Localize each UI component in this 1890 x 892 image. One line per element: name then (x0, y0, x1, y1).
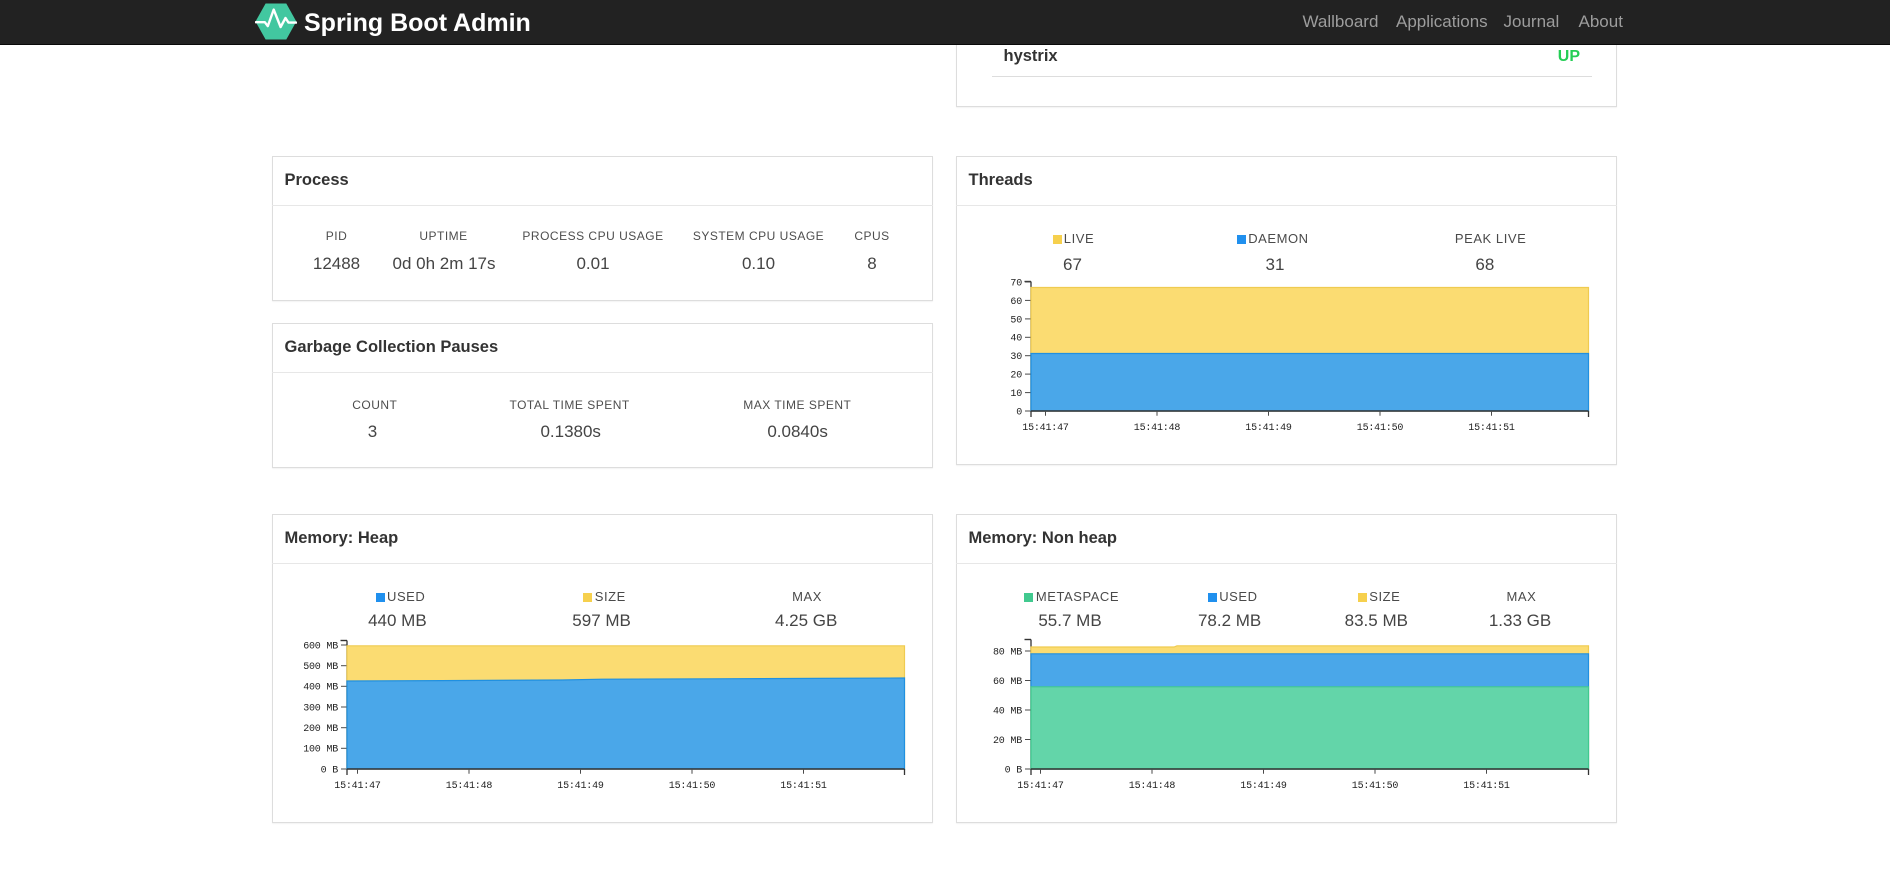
svg-text:100 MB: 100 MB (303, 745, 338, 756)
svg-text:15:41:51: 15:41:51 (780, 781, 827, 792)
svg-text:15:41:49: 15:41:49 (557, 781, 604, 792)
svg-text:80 MB: 80 MB (992, 647, 1021, 658)
svg-text:20 MB: 20 MB (992, 736, 1021, 747)
svg-text:70: 70 (1010, 278, 1022, 289)
svg-text:15:41:51: 15:41:51 (1463, 781, 1510, 792)
svg-text:400 MB: 400 MB (303, 683, 338, 694)
svg-text:15:41:50: 15:41:50 (1351, 781, 1398, 792)
svg-text:600 MB: 600 MB (303, 641, 338, 652)
svg-text:15:41:48: 15:41:48 (445, 781, 492, 792)
svg-text:15:41:50: 15:41:50 (1356, 423, 1403, 434)
svg-text:15:41:48: 15:41:48 (1128, 781, 1175, 792)
svg-text:30: 30 (1010, 352, 1022, 363)
svg-text:15:41:48: 15:41:48 (1133, 423, 1180, 434)
svg-text:60: 60 (1010, 297, 1022, 308)
svg-text:10: 10 (1010, 389, 1022, 400)
svg-text:0 B: 0 B (320, 765, 338, 776)
svg-text:40 MB: 40 MB (992, 706, 1021, 717)
svg-text:200 MB: 200 MB (303, 724, 338, 735)
svg-text:50: 50 (1010, 315, 1022, 326)
svg-text:15:41:49: 15:41:49 (1240, 781, 1287, 792)
svg-text:500 MB: 500 MB (303, 662, 338, 673)
svg-text:60 MB: 60 MB (992, 677, 1021, 688)
svg-text:0 B: 0 B (1004, 765, 1022, 776)
svg-text:0: 0 (1016, 407, 1022, 418)
svg-text:15:41:49: 15:41:49 (1245, 423, 1292, 434)
svg-text:15:41:47: 15:41:47 (1022, 423, 1069, 434)
svg-text:300 MB: 300 MB (303, 703, 338, 714)
svg-text:20: 20 (1010, 371, 1022, 382)
svg-text:15:41:51: 15:41:51 (1468, 423, 1515, 434)
svg-text:15:41:47: 15:41:47 (1017, 781, 1064, 792)
svg-text:15:41:47: 15:41:47 (334, 781, 381, 792)
svg-text:15:41:50: 15:41:50 (668, 781, 715, 792)
svg-text:40: 40 (1010, 334, 1022, 345)
